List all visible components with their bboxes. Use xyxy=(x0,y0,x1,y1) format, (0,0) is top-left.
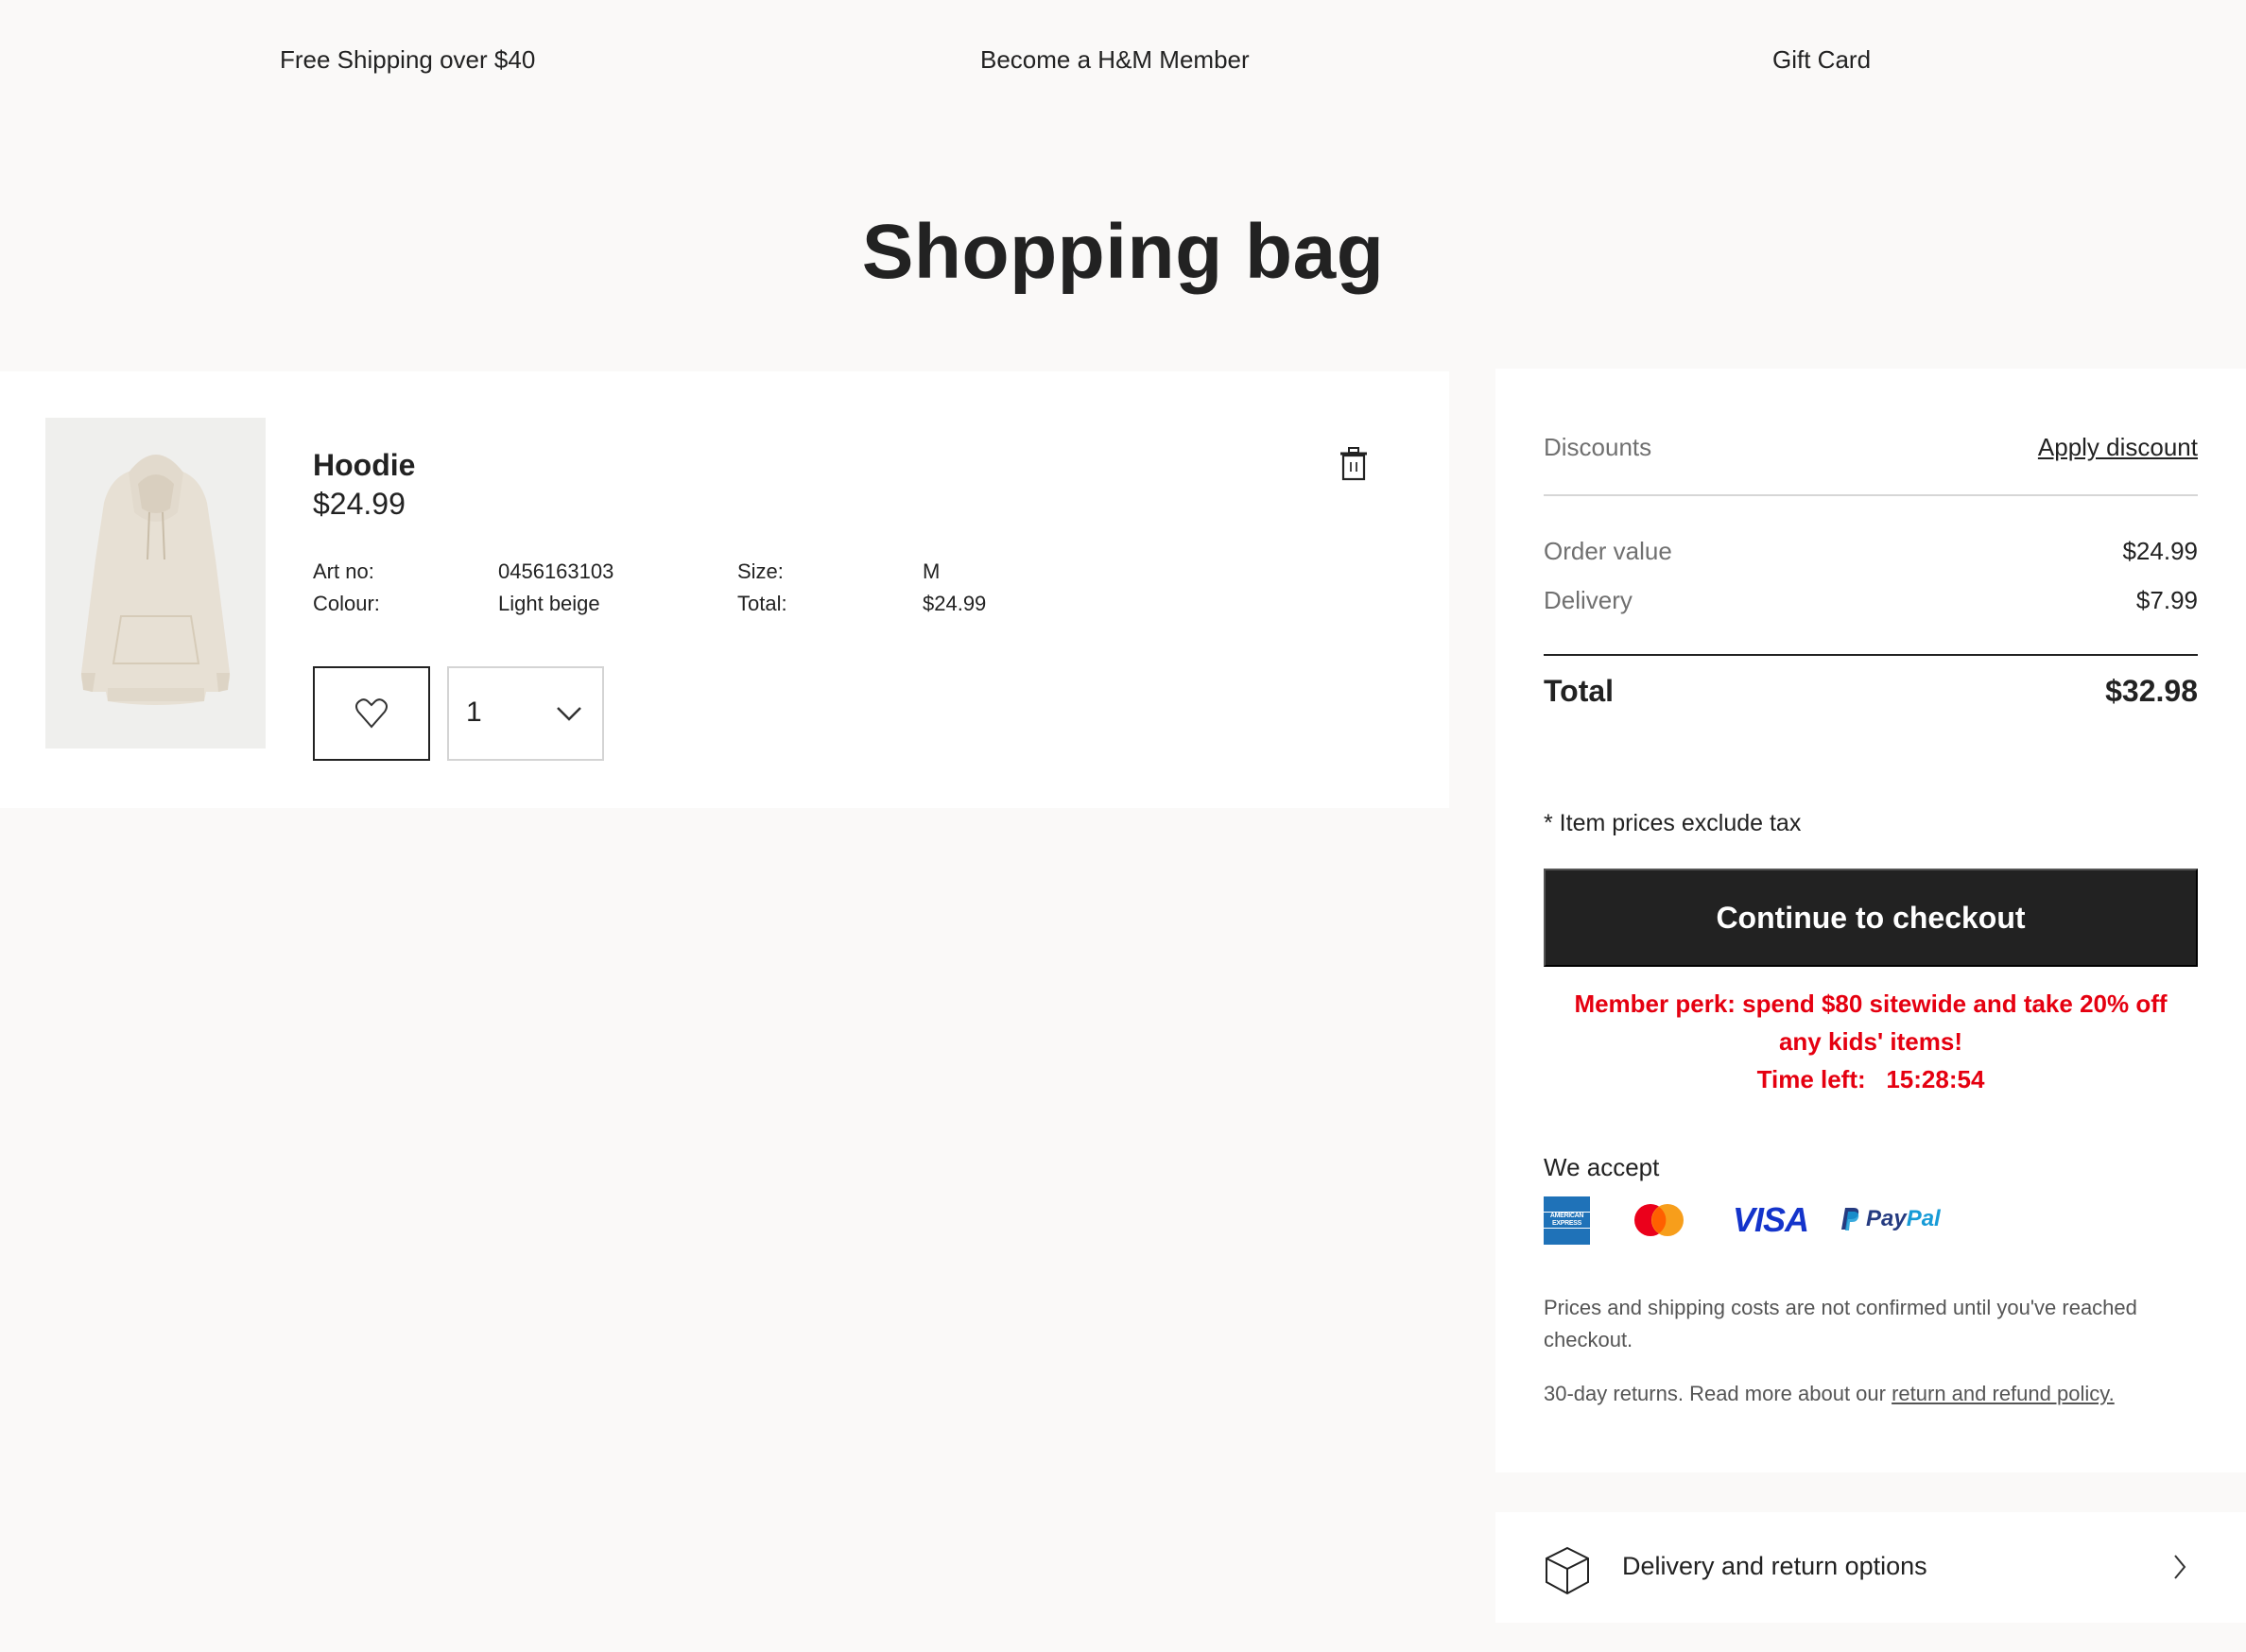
discounts-label: Discounts xyxy=(1544,433,1652,461)
remove-item-button[interactable] xyxy=(1338,446,1370,482)
art-no-label: Art no: xyxy=(313,559,374,583)
quantity-value: 1 xyxy=(466,697,482,728)
item-total-value: $24.99 xyxy=(923,592,987,615)
return-refund-policy-link[interactable]: return and refund policy. xyxy=(1892,1382,2115,1405)
promo-gift-card[interactable]: Gift Card xyxy=(1772,45,1871,75)
item-total-label: Total: xyxy=(737,592,787,615)
total-divider xyxy=(1544,654,2198,656)
colour-label: Colour: xyxy=(313,592,380,615)
paypal-text-pay: Pay xyxy=(1866,1206,1907,1231)
member-perk-message: Member perk: spend $80 sitewide and take… xyxy=(1544,985,2198,1098)
prices-disclaimer: Prices and shipping costs are not confir… xyxy=(1544,1296,2137,1351)
promo-free-shipping[interactable]: Free Shipping over $40 xyxy=(280,45,535,75)
returns-note: 30-day returns. Read more about our retu… xyxy=(1544,1378,2198,1410)
we-accept-label: We accept xyxy=(1544,1153,1660,1181)
order-value-label: Order value xyxy=(1544,537,1672,565)
quantity-select[interactable]: 1 xyxy=(447,666,604,761)
countdown-timer: Time left: 15:28:54 xyxy=(1544,1060,2198,1098)
order-value: $24.99 xyxy=(2122,537,2198,565)
page-title: Shopping bag xyxy=(861,209,1385,295)
returns-note-text: 30-day returns. Read more about our xyxy=(1544,1382,1892,1405)
product-price: $24.99 xyxy=(313,487,406,521)
hoodie-product-photo xyxy=(45,418,266,749)
total-label: Total xyxy=(1544,674,1615,708)
member-perk-line-2: any kids' items! xyxy=(1778,1027,1963,1056)
delivery-cost-label: Delivery xyxy=(1544,586,1633,614)
total-value: $32.98 xyxy=(2105,674,2198,708)
timer-label: Time left: xyxy=(1756,1065,1866,1093)
size-value: M xyxy=(923,559,941,583)
paypal-icon: PayPal xyxy=(1841,1206,1941,1232)
product-name[interactable]: Hoodie xyxy=(313,448,415,483)
heart-icon xyxy=(355,698,388,729)
tax-note: * Item prices exclude tax xyxy=(1544,810,1802,836)
amex-icon: AMERICAN EXPRESS xyxy=(1544,1196,1590,1245)
paypal-text-pal: Pal xyxy=(1906,1206,1941,1231)
chevron-right-icon xyxy=(2174,1555,2186,1579)
box-icon xyxy=(1546,1546,1589,1595)
trash-icon xyxy=(1340,447,1367,481)
add-to-favorites-button[interactable] xyxy=(313,666,430,761)
colour-value: Light beige xyxy=(498,592,600,615)
chevron-down-icon xyxy=(557,707,581,721)
size-label: Size: xyxy=(737,559,784,583)
divider xyxy=(1544,494,2198,496)
art-no-value: 0456163103 xyxy=(498,559,614,583)
visa-icon: VISA xyxy=(1733,1200,1809,1239)
mastercard-icon xyxy=(1634,1204,1684,1236)
delivery-return-options-label: Delivery and return options xyxy=(1622,1552,1927,1580)
timer-value: 15:28:54 xyxy=(1886,1065,1985,1093)
product-image[interactable] xyxy=(45,418,266,749)
apply-discount-link[interactable]: Apply discount xyxy=(2038,433,2198,462)
paypal-p-glyph xyxy=(1841,1208,1859,1230)
delivery-cost-value: $7.99 xyxy=(2135,586,2198,614)
promo-become-member[interactable]: Become a H&M Member xyxy=(980,45,1250,75)
delivery-return-options-button[interactable]: Delivery and return options xyxy=(1495,1512,2246,1623)
continue-to-checkout-button[interactable]: Continue to checkout xyxy=(1544,869,2198,967)
member-perk-line-1: Member perk: spend $80 sitewide and take… xyxy=(1574,989,2168,1018)
